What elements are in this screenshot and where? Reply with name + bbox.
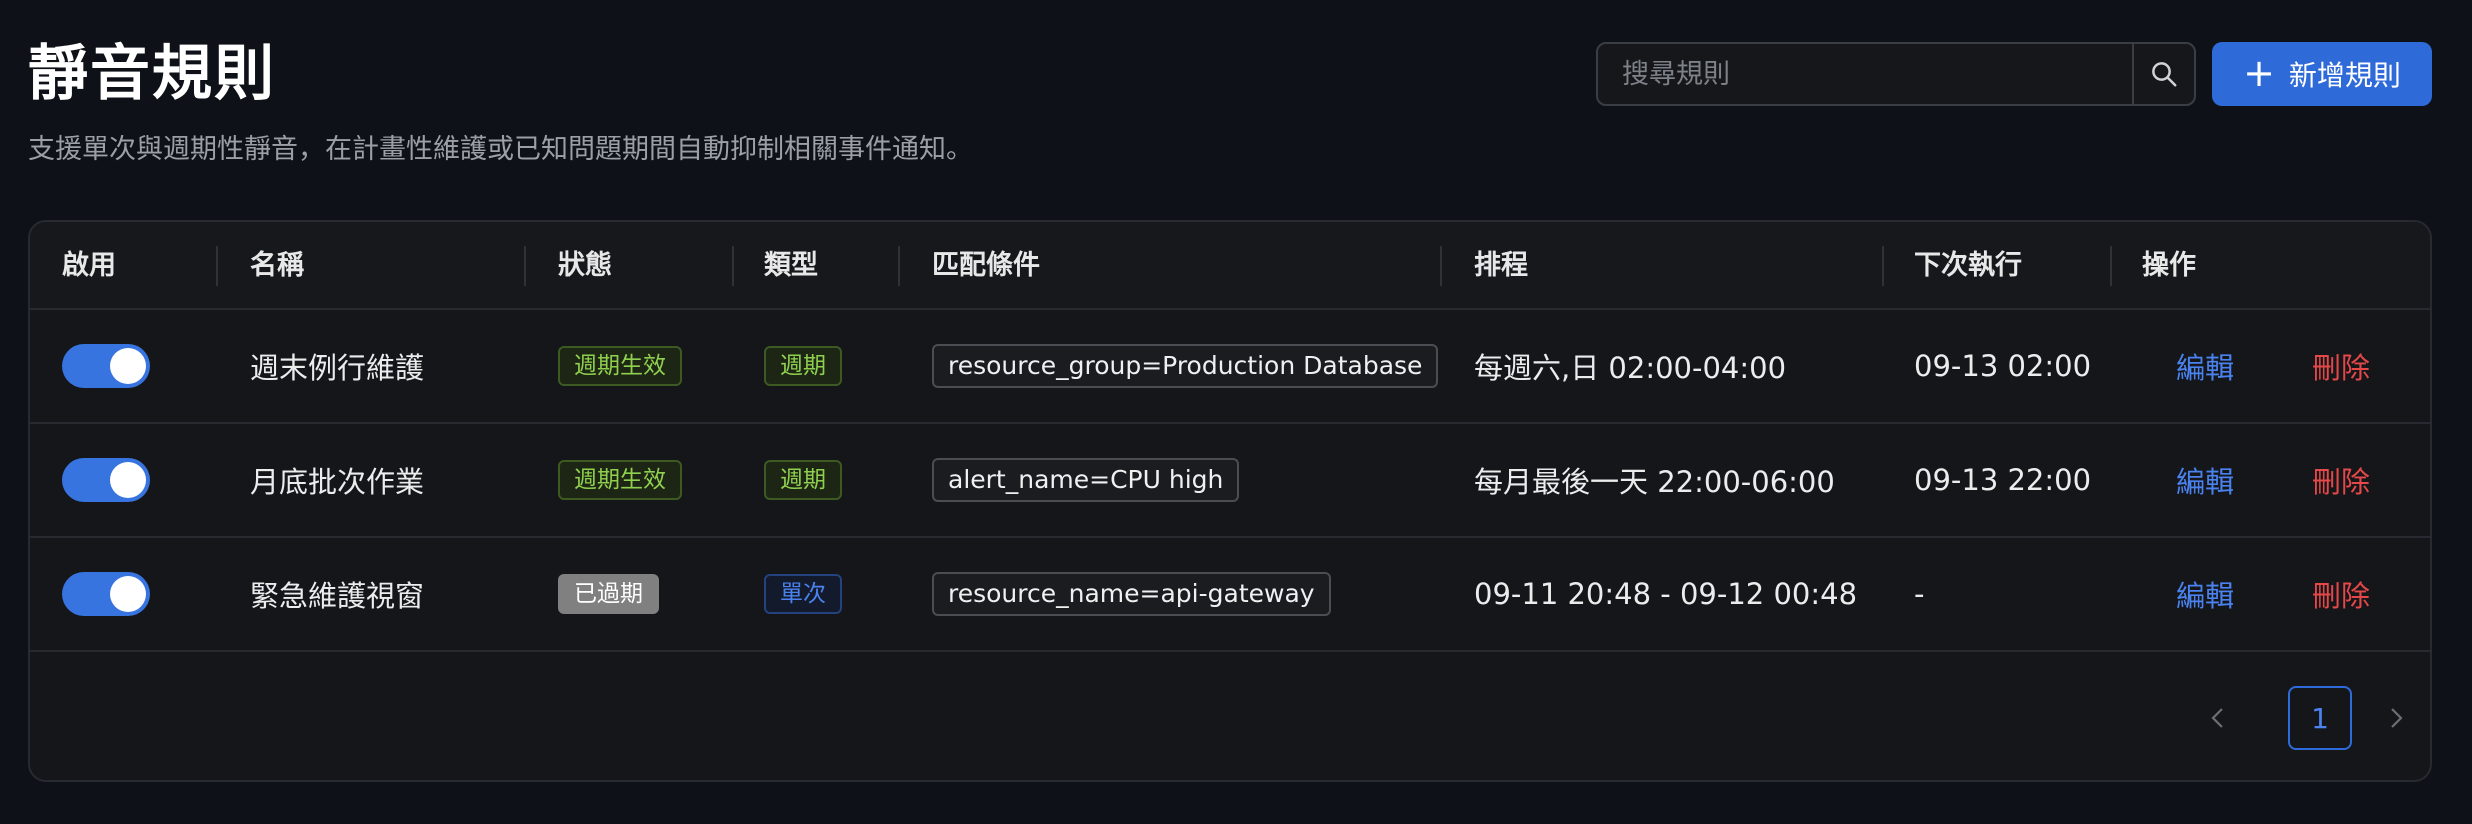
- edit-button[interactable]: 編輯: [2176, 459, 2234, 501]
- search-input[interactable]: [1598, 44, 2132, 104]
- next-run: 09-13 02:00: [1914, 349, 2092, 383]
- match-cell: resource_name=api-gateway: [932, 538, 1331, 650]
- enable-cell: [62, 538, 150, 650]
- edit-button[interactable]: 編輯: [2176, 345, 2234, 387]
- column-header-schedule[interactable]: 排程: [1474, 222, 1528, 310]
- column-header-actions: 操作: [2142, 250, 2196, 281]
- schedule: 每月最後一天 22:00-06:00: [1474, 465, 1835, 499]
- type-cell: 週期: [764, 424, 842, 536]
- type-badge: 單次: [764, 574, 842, 614]
- page-subtitle: 支援單次與週期性靜音，在計畫性維護或已知問題期間自動抑制相關事件通知。: [28, 134, 973, 165]
- column-header-name[interactable]: 名稱: [250, 222, 304, 310]
- next-run: -: [1914, 577, 1925, 611]
- match-condition: alert_name=CPU high: [932, 458, 1240, 502]
- search-box: [1596, 42, 2196, 106]
- column-divider: [2110, 246, 2112, 286]
- toggle-knob: [110, 462, 146, 498]
- enable-toggle[interactable]: [62, 572, 150, 616]
- type-badge: 週期: [764, 460, 842, 500]
- rule-name: 緊急維護視窗: [250, 579, 425, 613]
- chevron-left-icon: [2211, 708, 2223, 728]
- pagination: 1: [30, 686, 2430, 750]
- status-badge: 週期生效: [558, 460, 682, 500]
- table-row: 緊急維護視窗 已過期 單次 resource_name=api-gateway …: [30, 538, 2430, 652]
- match-cell: alert_name=CPU high: [932, 424, 1240, 536]
- type-cell: 週期: [764, 310, 842, 422]
- rule-name: 週末例行維護: [250, 351, 425, 385]
- search-button[interactable]: [2132, 44, 2194, 104]
- action-cell: 刪除: [2312, 310, 2370, 422]
- table-row: 週末例行維護 週期生效 週期 resource_group=Production…: [30, 310, 2430, 424]
- column-divider: [216, 246, 218, 286]
- enable-toggle[interactable]: [62, 458, 150, 502]
- table-header: 啟用 名稱 狀態 類型 匹配條件 排程 下次執行 操作: [30, 222, 2430, 310]
- column-divider: [1440, 246, 1442, 286]
- match-condition: resource_name=api-gateway: [932, 572, 1331, 616]
- column-header-enabled[interactable]: 啟用: [62, 222, 116, 310]
- delete-button[interactable]: 刪除: [2312, 345, 2370, 387]
- action-cell: 編輯: [2176, 310, 2234, 422]
- toggle-knob: [110, 348, 146, 384]
- page-title: 靜音規則: [28, 39, 276, 109]
- action-cell: 編輯: [2176, 424, 2234, 536]
- status-badge: 已過期: [558, 574, 659, 614]
- toggle-knob: [110, 576, 146, 612]
- match-condition: resource_group=Production Database: [932, 344, 1439, 388]
- rule-name: 月底批次作業: [250, 465, 425, 499]
- plus-icon: +: [2243, 50, 2275, 95]
- column-divider: [524, 246, 526, 286]
- column-header-type[interactable]: 類型: [764, 222, 818, 310]
- chevron-right-icon: [2391, 708, 2403, 728]
- column-header-status[interactable]: 狀態: [558, 222, 612, 310]
- status-cell: 已過期: [558, 538, 659, 650]
- prev-page-button[interactable]: [2198, 686, 2238, 750]
- status-badge: 週期生效: [558, 346, 682, 386]
- status-cell: 週期生效: [558, 424, 682, 536]
- next-page-button[interactable]: [2376, 686, 2416, 750]
- type-badge: 週期: [764, 346, 842, 386]
- enable-cell: [62, 310, 150, 422]
- column-divider: [1882, 246, 1884, 286]
- status-cell: 週期生效: [558, 310, 682, 422]
- column-header-next-run[interactable]: 下次執行: [1914, 222, 2022, 310]
- edit-button[interactable]: 編輯: [2176, 573, 2234, 615]
- add-rule-label: 新增規則: [2288, 59, 2401, 92]
- delete-button[interactable]: 刪除: [2312, 573, 2370, 615]
- next-run: 09-13 22:00: [1914, 463, 2092, 497]
- search-icon: [2152, 62, 2177, 87]
- page-number-button[interactable]: 1: [2288, 686, 2352, 750]
- rules-table: 啟用 名稱 狀態 類型 匹配條件 排程 下次執行 操作 週末例行維護 週期生效: [28, 220, 2432, 782]
- action-cell: 刪除: [2312, 538, 2370, 650]
- enable-toggle[interactable]: [62, 344, 150, 388]
- delete-button[interactable]: 刪除: [2312, 459, 2370, 501]
- action-cell: 刪除: [2312, 424, 2370, 536]
- add-rule-button[interactable]: + 新增規則: [2212, 42, 2432, 106]
- table-row: 月底批次作業 週期生效 週期 alert_name=CPU high 每月最後一…: [30, 424, 2430, 538]
- enable-cell: [62, 424, 150, 536]
- column-header-match[interactable]: 匹配條件: [932, 222, 1040, 310]
- action-cell: 編輯: [2176, 538, 2234, 650]
- silence-rules-page: 靜音規則 支援單次與週期性靜音，在計畫性維護或已知問題期間自動抑制相關事件通知。…: [0, 0, 2472, 824]
- column-divider: [898, 246, 900, 286]
- column-divider: [732, 246, 734, 286]
- schedule: 09-11 20:48 - 09-12 00:48: [1474, 577, 1858, 611]
- match-cell: resource_group=Production Database: [932, 310, 1439, 422]
- schedule: 每週六,日 02:00-04:00: [1474, 351, 1787, 385]
- type-cell: 單次: [764, 538, 842, 650]
